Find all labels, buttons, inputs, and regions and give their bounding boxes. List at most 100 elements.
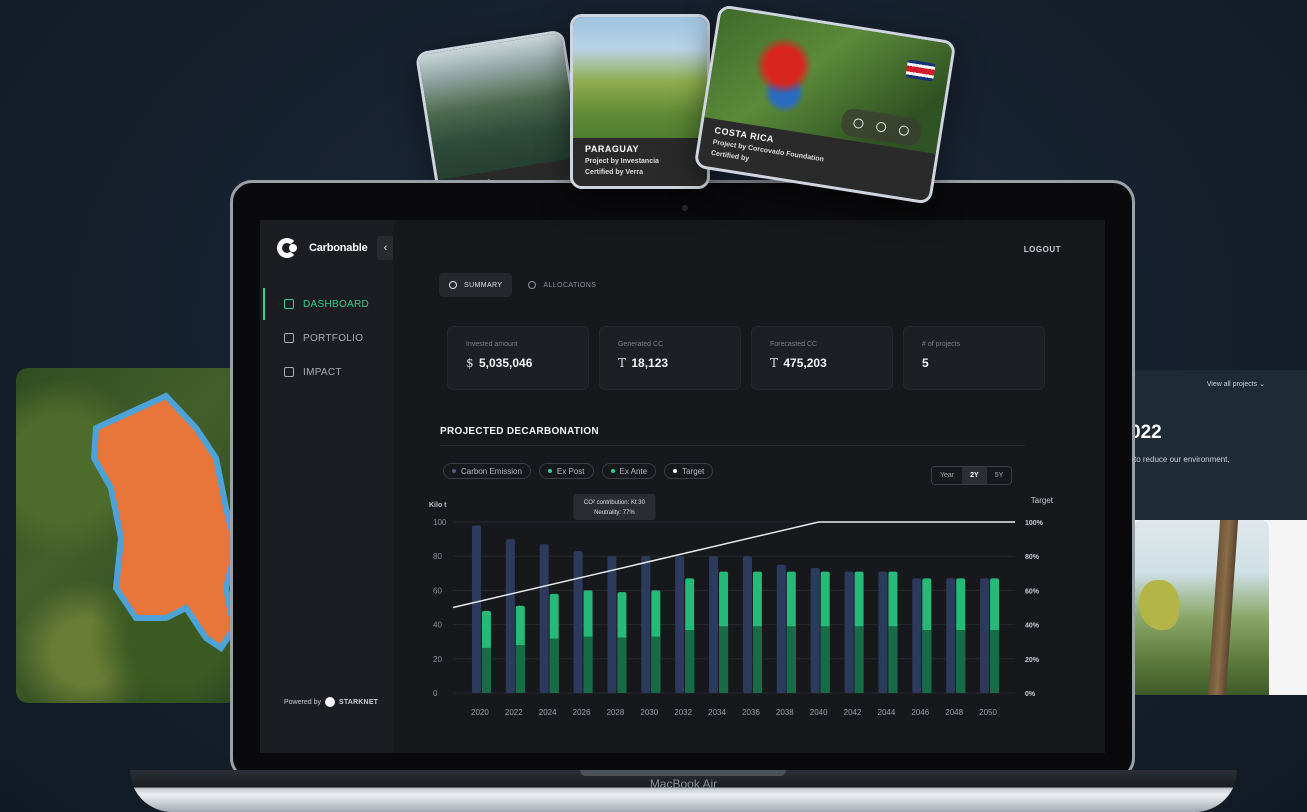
carbon-emission-bar [946, 578, 956, 693]
y2-tick-label: 100% [1025, 520, 1044, 527]
collapse-sidebar-button[interactable]: ‹ [377, 236, 394, 260]
x-tick-label: 2020 [471, 708, 489, 717]
kpi-label: # of projects [922, 341, 961, 348]
x-tick-label: 2028 [607, 708, 625, 717]
signal-icon [897, 124, 910, 137]
carbon-emission-bar [539, 544, 549, 693]
sidebar-item-impact[interactable]: IMPACT [260, 356, 393, 388]
sidebar: Carbonable ‹ DASHBOARD PORTFOLIO IMPACT [260, 220, 394, 753]
sidebar-item-portfolio[interactable]: PORTFOLIO [260, 322, 393, 354]
y-tick-label: 40 [433, 621, 442, 630]
ex-ante-bar-segment [990, 629, 1000, 693]
kpi-currency: T [770, 356, 779, 370]
x-tick-label: 2050 [979, 708, 997, 717]
section-divider [440, 445, 1025, 446]
dashboard-icon [284, 299, 294, 309]
tab-summary[interactable]: SUMMARY [439, 273, 513, 297]
range-5y-button[interactable]: 5Y [987, 467, 1012, 484]
x-tick-label: 2034 [708, 708, 726, 717]
kpi-value: 5 [922, 356, 929, 370]
x-tick-label: 2046 [911, 708, 929, 717]
range-2y-button[interactable]: 2Y [962, 467, 987, 484]
ex-ante-bar-segment [617, 637, 627, 693]
kpi-value-wrap: T 475,203 [770, 356, 874, 370]
laptop-frame: Carbonable ‹ DASHBOARD PORTFOLIO IMPACT [230, 180, 1135, 780]
impact-icon [284, 367, 294, 377]
kpi-currency: T [618, 356, 627, 370]
tab-allocations[interactable]: ALLOCATIONS [518, 273, 606, 297]
preview-text: to reduce our environment, [1134, 455, 1230, 464]
website-preview: View all projects ⌄ 022 to reduce our en… [1120, 370, 1307, 695]
map-overlay [90, 392, 240, 653]
kpi-forecasted-cc: Forecasted CC T 475,203 [751, 326, 893, 390]
x-tick-label: 2026 [573, 708, 591, 717]
tab-label: SUMMARY [464, 281, 503, 289]
carbon-emission-bar [641, 556, 651, 693]
carbon-emission-bar [810, 568, 820, 693]
tooltip-line: CO² contribution: Kt 30 [584, 500, 646, 506]
y-tick-label: 60 [433, 586, 442, 595]
section-title: PROJECTED DECARBONATION [440, 426, 599, 437]
carbon-emission-bar [709, 556, 719, 693]
sidebar-item-label: IMPACT [303, 366, 342, 378]
y-tick-label: 100 [433, 518, 447, 527]
sidebar-item-label: DASHBOARD [303, 298, 370, 310]
range-year-button[interactable]: Year [932, 467, 962, 484]
x-tick-label: 2048 [945, 708, 963, 717]
y-tick-label: 20 [433, 655, 442, 664]
powered-by-label: Powered by [284, 698, 321, 706]
legend-label: Target [682, 466, 705, 476]
kpi-value: 475,203 [783, 356, 827, 370]
legend-target[interactable]: Target [664, 463, 714, 479]
logo-text: Carbonable [309, 242, 368, 254]
x-tick-label: 2024 [539, 708, 557, 717]
y-tick-label: 0 [433, 689, 438, 698]
asterisk-icon [528, 281, 537, 289]
project-card-costa-rica[interactable]: COSTA RICA Project by Corcovado Foundati… [693, 4, 957, 205]
chart-legend: Carbon Emission Ex Post Ex Ante Target [443, 463, 714, 479]
powered-by[interactable]: Powered by STARKNET [284, 697, 378, 707]
tree-icon [875, 121, 887, 133]
kpi-value-wrap: T 18,123 [618, 356, 722, 370]
project-card-paraguay[interactable]: PARAGUAY Project by Investancia Certifie… [570, 14, 710, 189]
carbon-emission-bar [471, 525, 481, 693]
carbon-emission-bar [675, 556, 685, 693]
carbonable-logo[interactable]: Carbonable [277, 237, 368, 259]
tab-label: ALLOCATIONS [543, 281, 597, 289]
sidebar-nav: DASHBOARD PORTFOLIO IMPACT [260, 288, 393, 390]
chart-tooltip [573, 494, 656, 520]
y2-tick-label: 80% [1025, 554, 1040, 561]
x-tick-label: 2042 [844, 708, 862, 717]
kpi-project-count: # of projects 5 [903, 326, 1045, 390]
card-info: PARAGUAY Project by Investancia Certifie… [573, 138, 707, 186]
ex-ante-bar-segment [922, 629, 932, 693]
x-tick-label: 2032 [674, 708, 692, 717]
logout-button[interactable]: LOGOUT [1024, 245, 1061, 254]
kpi-currency: $ [466, 356, 474, 370]
ex-ante-bar-segment [854, 626, 864, 693]
forest-area-shape [90, 392, 240, 653]
carbon-emission-bar [742, 556, 752, 693]
y2-tick-label: 60% [1025, 588, 1040, 595]
kpi-invested-amount: Invested amount $ 5,035,046 [447, 326, 589, 390]
carbonable-logo-icon [277, 237, 299, 259]
starknet-logo-icon [324, 697, 335, 707]
time-range-toggle: Year 2Y 5Y [931, 466, 1013, 485]
ex-ante-bar-segment [515, 645, 525, 693]
legend-carbon-emission[interactable]: Carbon Emission [443, 463, 531, 479]
card-project-by: Project by Investancia [585, 158, 659, 165]
eye-icon [853, 117, 865, 130]
legend-ex-post[interactable]: Ex Post [538, 463, 594, 479]
legend-dot [673, 469, 678, 473]
x-tick-label: 2022 [505, 708, 523, 717]
carbon-emission-bar [505, 539, 515, 693]
y2-tick-label: 20% [1025, 657, 1040, 664]
legend-ex-ante[interactable]: Ex Ante [601, 463, 657, 479]
sidebar-item-dashboard[interactable]: DASHBOARD [260, 288, 393, 320]
ex-ante-bar-segment [583, 636, 593, 693]
kpi-label: Forecasted CC [770, 341, 818, 348]
laptop-notch [580, 770, 786, 776]
kpi-value-wrap: $ 5,035,046 [466, 356, 570, 370]
legend-label: Ex Post [556, 466, 585, 476]
view-all-projects-link[interactable]: View all projects ⌄ [1207, 380, 1265, 388]
